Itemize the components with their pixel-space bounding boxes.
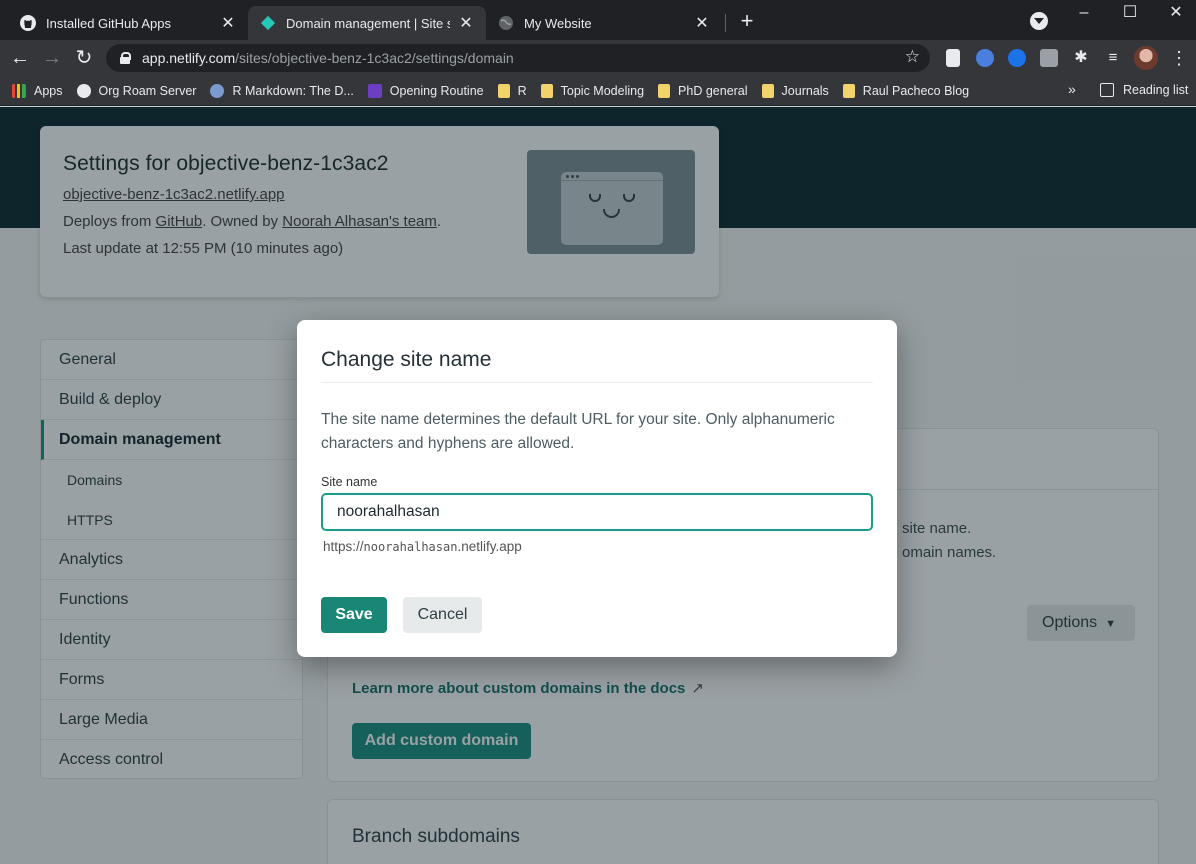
cancel-button[interactable]: Cancel [403,597,482,633]
bookmark-opening-routine[interactable]: Opening Routine [367,83,484,98]
bookmark-label: Topic Modeling [560,83,645,98]
folder-icon [497,83,510,98]
tab-search-icon[interactable] [1030,12,1048,30]
h-extension-icon[interactable] [1040,49,1058,67]
bookmark-label: Journals [781,83,829,98]
s-extension-icon[interactable] [1008,49,1026,67]
tab-domain-management[interactable]: Domain management | Site settings ✕ [248,6,486,40]
apps-grid-icon [12,83,26,98]
minimize-button[interactable]: – [1070,2,1098,26]
save-button[interactable]: Save [321,597,387,633]
shield-extension-icon[interactable] [976,49,994,67]
r-icon [210,83,225,98]
folder-icon [540,83,553,98]
close-tab-icon[interactable]: ✕ [220,13,236,33]
bookmark-apps[interactable]: Apps [12,83,63,98]
address-bar[interactable]: app.netlify.com/sites/objective-benz-1c3… [106,44,930,72]
tab-installed-github-apps[interactable]: Installed GitHub Apps ✕ [8,6,248,40]
media-queue-icon[interactable]: ≡ [1104,49,1122,67]
document-extension-icon[interactable] [946,49,960,67]
github-icon [20,15,36,31]
back-arrow-icon[interactable]: ← [8,46,32,70]
reading-list-button[interactable]: Reading list [1100,83,1188,97]
tab-title: Installed GitHub Apps [46,15,172,31]
bookmark-folder-journals[interactable]: Journals [761,83,829,98]
divider [321,382,873,383]
bookmark-label: Apps [34,83,63,98]
site-name-input[interactable] [321,493,873,531]
globe-icon [76,83,91,98]
forward-arrow-icon[interactable]: → [40,46,64,70]
bookmark-label: Raul Pacheco Blog [862,83,970,98]
url-path: /sites/objective-benz-1c3ac2/settings/do… [235,50,514,66]
bookmark-label: Org Roam Server [98,83,197,98]
change-site-name-dialog: Change site name The site name determine… [297,320,897,657]
tab-separator [725,14,726,32]
maximize-button[interactable]: ☐ [1116,2,1144,26]
bookmarks-overflow-icon[interactable]: » [1068,81,1076,97]
puzzle-extensions-icon[interactable]: ✱ [1072,49,1090,67]
bookmark-folder-topic-modeling[interactable]: Topic Modeling [540,83,645,98]
bookmark-folder-raul-pacheco-blog[interactable]: Raul Pacheco Blog [842,83,970,98]
reading-list-label: Reading list [1123,83,1189,97]
bookmark-folder-phd-general[interactable]: PhD general [658,83,748,98]
folder-icon [761,83,774,98]
tab-strip: Installed GitHub Apps ✕ Domain managemen… [0,0,1196,40]
new-tab-button[interactable]: + [734,8,760,34]
bookmark-label: R Markdown: The D... [232,83,354,98]
folder-icon [658,83,671,98]
bookmark-label: R [517,83,527,98]
site-name-label: Site name [321,475,378,489]
bookmark-label: Opening Routine [389,83,484,98]
kebab-menu-icon[interactable]: ⋮ [1170,46,1188,70]
url-preview-prefix: https:// [323,539,364,554]
folder-icon [842,83,855,98]
close-window-button[interactable]: ✕ [1162,2,1190,26]
profile-avatar[interactable] [1134,46,1158,70]
reading-list-icon [1100,83,1114,97]
netlify-icon [260,15,276,31]
globe-icon [499,16,513,30]
bookmarks-bar: Apps Org Roam Server R Markdown: The D..… [0,76,1196,106]
tab-title: Domain management | Site settings [286,15,450,31]
dialog-title: Change site name [321,348,492,371]
url-preview-name: noorahalhasan [363,540,458,554]
url-preview-suffix: .netlify.app [457,539,522,554]
bookmark-r-markdown[interactable]: R Markdown: The D... [210,83,354,98]
netlify-page: Settings for objective-benz-1c3ac2 objec… [0,107,1196,864]
bookmark-label: PhD general [678,83,748,98]
bookmark-star-icon[interactable]: ☆ [905,47,920,67]
tab-my-website[interactable]: My Website ✕ [486,6,722,40]
close-tab-icon[interactable]: ✕ [458,13,474,33]
url-preview: https://noorahalhasan.netlify.app [323,539,522,554]
close-tab-icon[interactable]: ✕ [694,13,710,33]
lock-icon[interactable] [120,52,131,64]
dialog-description: The site name determines the default URL… [321,411,835,452]
bookmark-org-roam-server[interactable]: Org Roam Server [76,83,197,98]
list-icon [367,83,382,98]
browser-toolbar: ← → ↻ app.netlify.com/sites/objective-be… [0,40,1196,76]
url-host: app.netlify.com [142,50,236,66]
reload-icon[interactable]: ↻ [72,46,96,70]
bookmark-folder-r[interactable]: R [497,83,527,98]
tab-title: My Website [524,15,592,31]
